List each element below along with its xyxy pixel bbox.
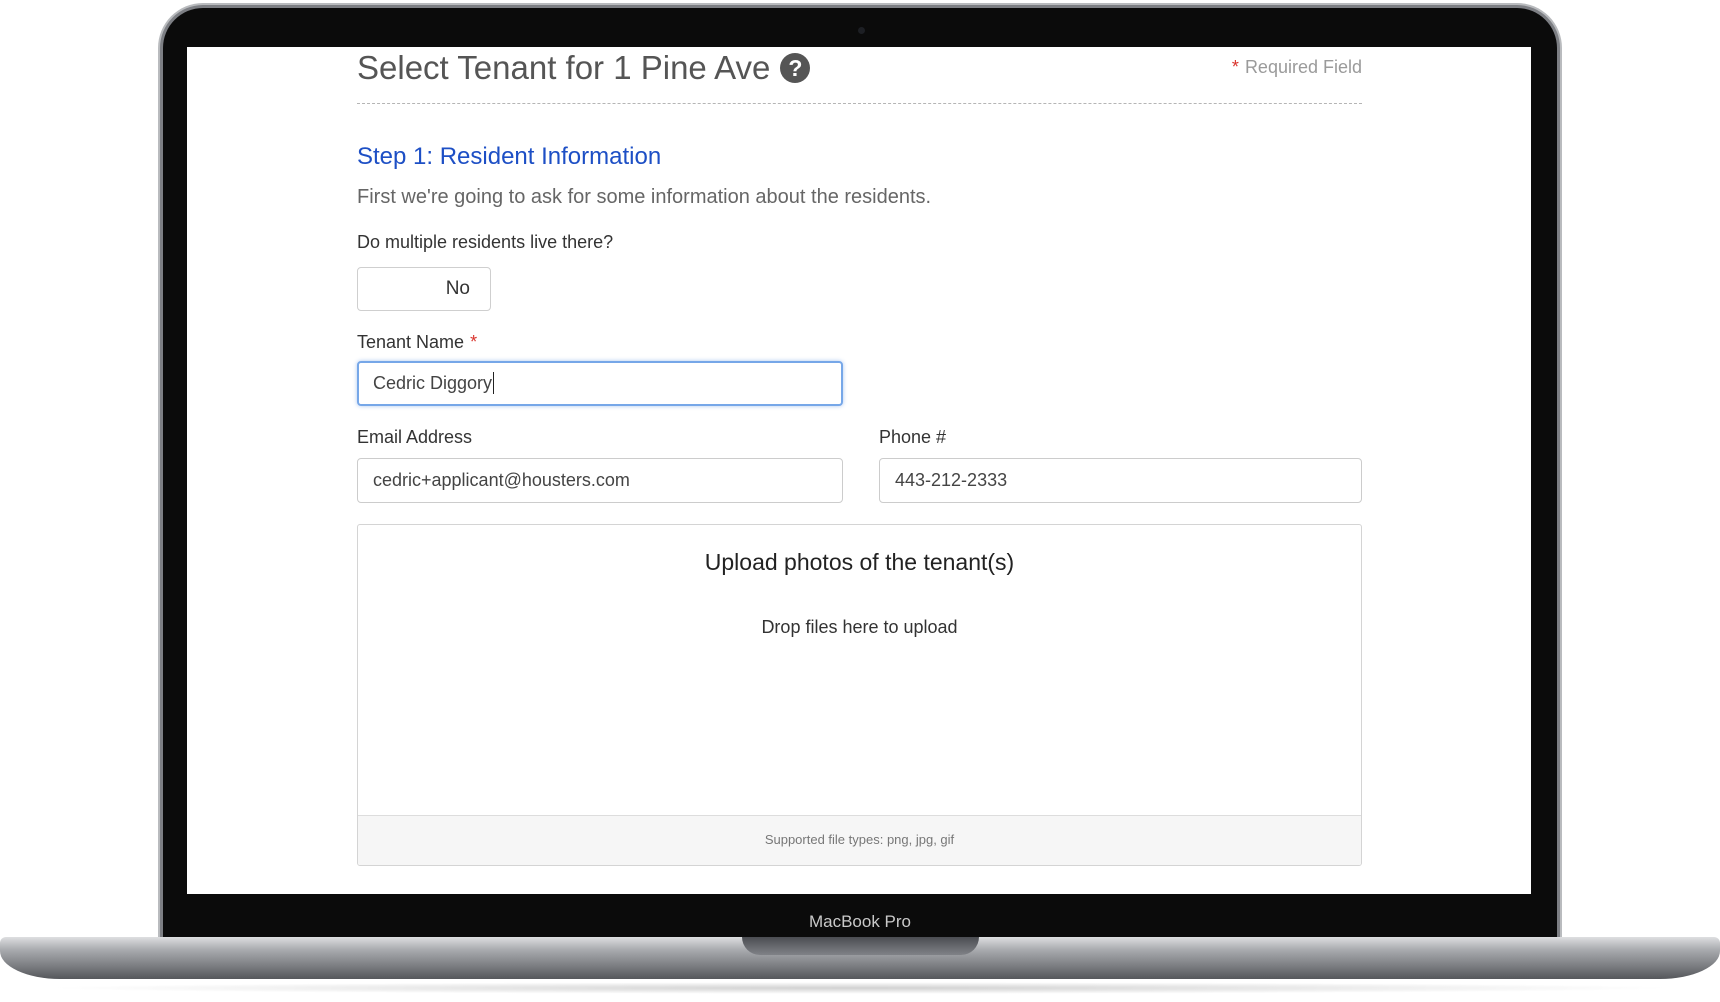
step-title: Step 1: Resident Information (357, 143, 662, 170)
supported-file-types: Supported file types: png, jpg, gif (358, 815, 1361, 865)
phone-input[interactable]: 443-212-2333 (879, 458, 1362, 503)
required-field-note: * Required Field (1232, 57, 1362, 78)
laptop-shadow (40, 982, 1680, 994)
photo-dropzone[interactable]: Upload photos of the tenant(s) Drop file… (357, 524, 1362, 866)
upload-title: Upload photos of the tenant(s) (704, 549, 1015, 575)
phone-group: Phone # 443-212-2333 (879, 425, 1362, 503)
tenant-name-label-text: Tenant Name (357, 332, 465, 352)
tenant-name-group: Tenant Name * Cedric Diggory (357, 330, 1362, 406)
tenant-name-value: Cedric Diggory (373, 373, 493, 393)
camera-icon (858, 27, 865, 34)
required-star: * (470, 332, 478, 352)
tenant-name-input[interactable]: Cedric Diggory (357, 361, 843, 406)
page-title: Select Tenant for 1 Pine Ave? (357, 48, 811, 88)
laptop-mockup: MacBook Pro Select Tenant for 1 Pine Ave… (0, 0, 1720, 1002)
drop-files-text: Drop files here to upload (761, 617, 958, 637)
page-header: Select Tenant for 1 Pine Ave? * Required … (357, 47, 1362, 104)
email-input[interactable]: cedric+applicant@housters.com (357, 458, 843, 503)
form-container: Select Tenant for 1 Pine Ave? * Required … (357, 47, 1362, 866)
phone-label: Phone # (879, 427, 947, 447)
multiple-residents-toggle[interactable]: No (357, 267, 491, 311)
email-group: Email Address cedric+applicant@housters.… (357, 425, 843, 503)
page-title-text: Select Tenant for 1 Pine Ave (357, 49, 771, 86)
device-label: MacBook Pro (808, 912, 912, 931)
step-description: First we're going to ask for some inform… (357, 186, 932, 208)
text-caret (493, 372, 495, 394)
email-label: Email Address (357, 427, 473, 447)
required-star: * (1231, 57, 1239, 77)
required-field-text: Required Field (1244, 57, 1362, 77)
question-circle-icon[interactable]: ? (780, 53, 811, 83)
laptop-screen: Select Tenant for 1 Pine Ave? * Required … (187, 47, 1531, 894)
contact-row: Email Address cedric+applicant@housters.… (357, 425, 1362, 505)
multiple-residents-question: Do multiple residents live there? (357, 232, 614, 252)
tenant-name-label: Tenant Name * (357, 330, 1362, 354)
laptop-notch (742, 937, 979, 955)
